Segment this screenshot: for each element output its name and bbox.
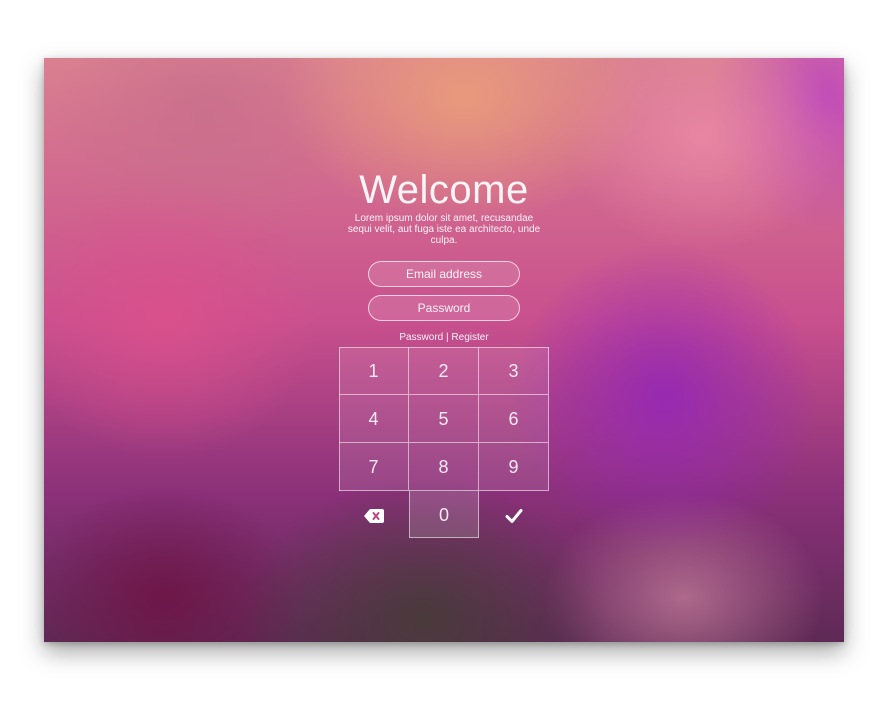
key-4[interactable]: 4	[339, 395, 409, 443]
submit-key[interactable]	[479, 491, 549, 539]
register-link[interactable]: Register	[451, 332, 488, 343]
auth-links: Password | Register	[44, 332, 844, 343]
checkmark-icon	[505, 505, 523, 525]
key-0[interactable]: 0	[409, 491, 479, 538]
login-screen: Welcome Lorem ipsum dolor sit amet, recu…	[44, 58, 844, 642]
key-7[interactable]: 7	[339, 443, 409, 491]
password-field[interactable]	[368, 295, 520, 321]
links-separator: |	[446, 332, 449, 343]
key-6[interactable]: 6	[479, 395, 549, 443]
delete-key[interactable]	[339, 491, 409, 539]
key-3[interactable]: 3	[479, 347, 549, 395]
welcome-subtitle: Lorem ipsum dolor sit amet, recusandae s…	[347, 213, 541, 246]
backspace-icon	[364, 505, 384, 525]
welcome-title: Welcome	[359, 168, 529, 212]
pin-keypad: 1 2 3 4 5 6 7 8 9 0	[339, 347, 549, 538]
key-9[interactable]: 9	[479, 443, 549, 491]
key-1[interactable]: 1	[339, 347, 409, 395]
key-5[interactable]: 5	[409, 395, 479, 443]
key-8[interactable]: 8	[409, 443, 479, 491]
key-2[interactable]: 2	[409, 347, 479, 395]
email-field[interactable]	[368, 261, 520, 287]
password-link[interactable]: Password	[399, 332, 443, 343]
